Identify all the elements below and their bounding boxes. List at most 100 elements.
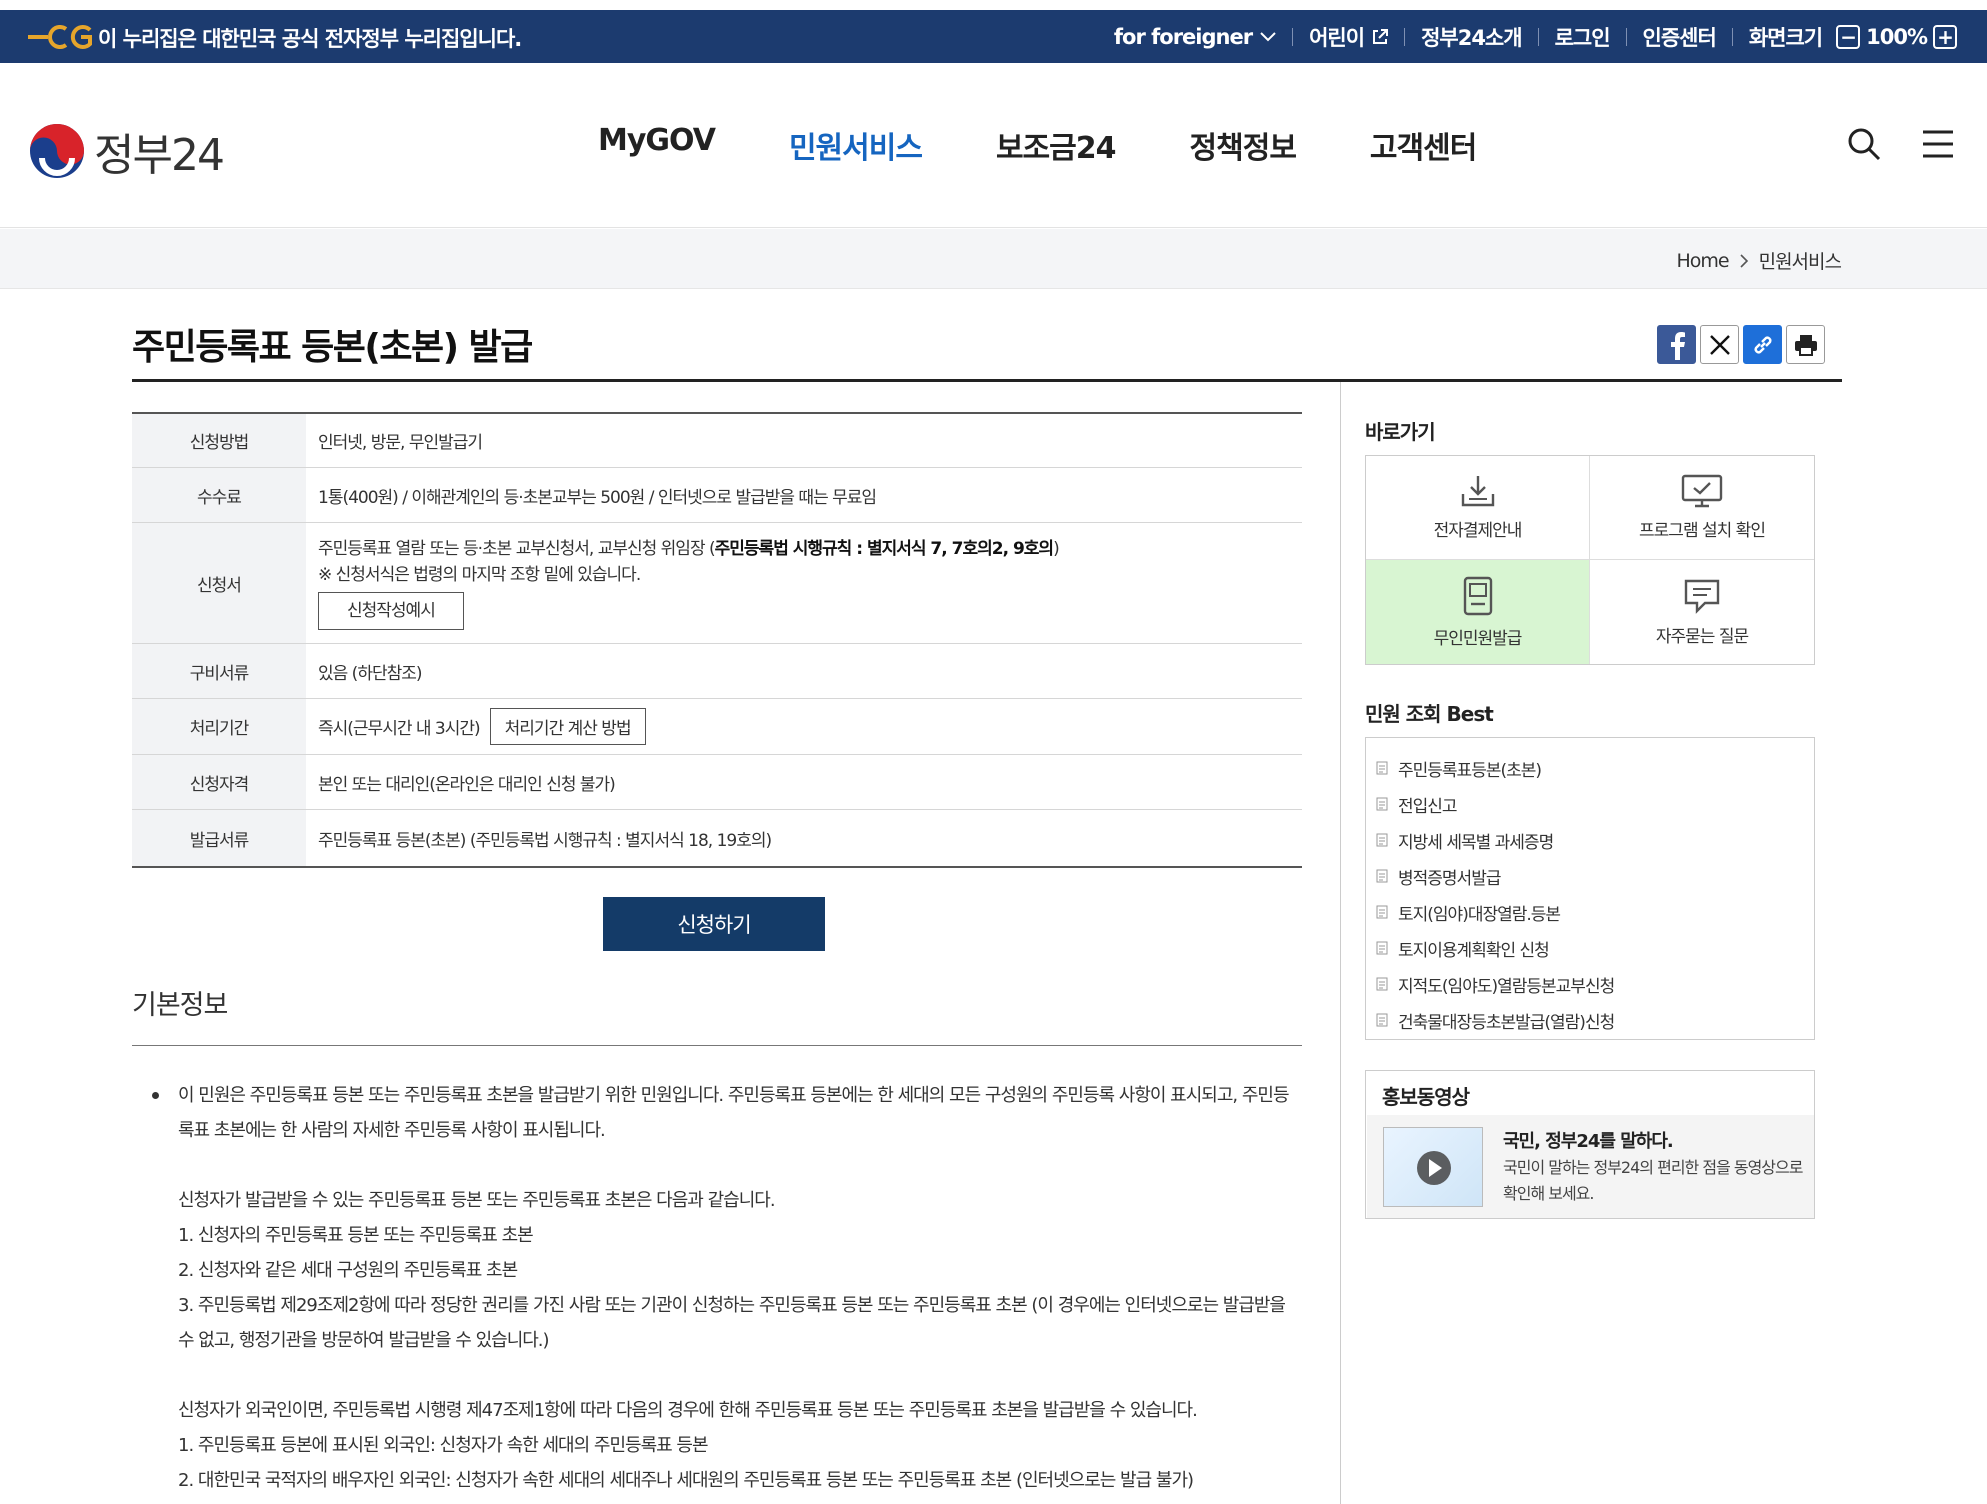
share-buttons xyxy=(1657,325,1825,364)
kids-link[interactable]: 어린이 xyxy=(1309,22,1389,52)
promo-title: 국민, 정부24를 말하다. xyxy=(1503,1131,1674,1152)
video-thumbnail[interactable] xyxy=(1383,1127,1483,1207)
paragraph: 신청자가 외국인이면, 주민등록법 시행령 제47조제1항에 따라 다음의 경우… xyxy=(178,1400,1198,1421)
home-logo[interactable]: 정부24 xyxy=(28,119,225,183)
login-link[interactable]: 로그인 xyxy=(1555,22,1611,52)
row-value: 주민등록표 열람 또는 등·초본 교부신청서, 교부신청 위임장 (주민등록법 … xyxy=(306,523,1302,643)
best-services-list: 주민등록표등본(초본) 전입신고 지방세 세목별 과세증명 병적증명서발급 토지… xyxy=(1365,737,1815,1040)
list-item[interactable]: 토지이용계획확인 신청 xyxy=(1376,930,1814,966)
brand-name: 정부24 xyxy=(94,130,225,181)
list-item: 2. 신청자와 같은 세대 구성원의 주민등록표 초본 xyxy=(178,1260,518,1281)
apply-button[interactable]: 신청하기 xyxy=(603,897,825,951)
row-label: 신청자격 xyxy=(132,755,306,809)
play-icon xyxy=(1417,1151,1451,1185)
cert-center-link[interactable]: 인증센터 xyxy=(1643,22,1717,52)
table-row: 신청자격 본인 또는 대리인(온라인은 대리인 신청 불가) xyxy=(132,755,1302,810)
list-item: 1. 신청자의 주민등록표 등본 또는 주민등록표 초본 xyxy=(178,1225,534,1246)
promo-video-item[interactable]: 국민, 정부24를 말하다. 국민이 말하는 정부24의 편리한 점을 동영상으… xyxy=(1367,1115,1814,1218)
facebook-share-button[interactable] xyxy=(1657,325,1696,364)
table-row: 처리기간 즉시(근무시간 내 3시간) 처리기간 계산 방법 xyxy=(132,699,1302,755)
zoom-in-button[interactable]: + xyxy=(1933,25,1957,49)
nav-mygov[interactable]: MyGOV xyxy=(598,123,716,167)
list-item[interactable]: 주민등록표등본(초본) xyxy=(1376,750,1814,786)
hamburger-menu-icon[interactable] xyxy=(1921,127,1955,161)
table-row: 신청방법 인터넷, 방문, 무인발급기 xyxy=(132,414,1302,468)
egov-logo-icon xyxy=(28,25,92,49)
zoom-out-button[interactable]: − xyxy=(1836,25,1861,49)
form-example-button[interactable]: 신청작성예시 xyxy=(318,592,464,630)
row-label: 신청방법 xyxy=(132,414,306,467)
table-row: 발급서류 주민등록표 등본(초본) (주민등록법 시행규칙 : 별지서식 18,… xyxy=(132,810,1302,866)
chat-icon xyxy=(1684,579,1720,614)
list-item[interactable]: 건축물대장등초본발급(열람)신청 xyxy=(1376,1002,1814,1038)
list-item: 1. 주민등록표 등본에 표시된 외국인: 신청자가 속한 세대의 주민등록표 … xyxy=(178,1435,709,1456)
util-links: for foreigner 어린이 정부24소개 로그인 인증센터 화면크기 −… xyxy=(1114,22,1957,52)
table-row: 구비서류 있음 (하단참조) xyxy=(132,644,1302,699)
document-icon xyxy=(1376,1013,1388,1027)
table-row: 수수료 1통(400원) / 이해관계인의 등·초본교부는 500원 / 인터넷… xyxy=(132,468,1302,523)
monitor-icon xyxy=(1681,474,1723,508)
x-share-button[interactable] xyxy=(1700,325,1739,364)
external-link-icon xyxy=(1373,29,1389,44)
site-header: 정부24 MyGOV 민원서비스 보조금24 정책정보 고객센터 xyxy=(0,63,1987,228)
quick-e-payment[interactable]: 전자결제안내 xyxy=(1366,456,1590,560)
basic-info-content: 이 민원은 주민등록표 등본 또는 주민등록표 초본을 발급받기 위한 민원입니… xyxy=(150,1078,1290,1498)
official-notice: 이 누리집은 대한민국 공식 전자정부 누리집입니다. xyxy=(98,27,522,51)
row-label: 신청서 xyxy=(132,523,306,643)
document-icon xyxy=(1376,797,1388,811)
promo-description: 국민이 말하는 정부24의 편리한 점을 동영상으로 확인해 보세요. xyxy=(1503,1158,1803,1203)
foreigner-link[interactable]: for foreigner xyxy=(1114,25,1276,49)
breadcrumb-home[interactable]: Home xyxy=(1676,250,1729,272)
document-icon xyxy=(1376,761,1388,775)
processing-time-calc-button[interactable]: 처리기간 계산 방법 xyxy=(489,708,646,745)
link-icon xyxy=(1754,336,1771,353)
row-value: 1통(400원) / 이해관계인의 등·초본교부는 500원 / 인터넷으로 발… xyxy=(318,487,877,508)
x-logo-icon xyxy=(1709,334,1730,355)
promo-heading: 홍보동영상 xyxy=(1382,1085,1470,1109)
facebook-icon xyxy=(1670,331,1685,360)
quick-faq[interactable]: 자주묻는 질문 xyxy=(1590,560,1814,664)
list-item[interactable]: 지적도(임야도)열람등본교부신청 xyxy=(1376,966,1814,1002)
quick-links: 전자결제안내 프로그램 설치 확인 무인민원발급 자주묻는 질문 xyxy=(1365,455,1815,665)
list-item[interactable]: 전입신고 xyxy=(1376,786,1814,822)
document-icon xyxy=(1376,869,1388,883)
list-item: 2. 대한민국 국적자의 배우자인 외국인: 신청자가 속한 세대의 세대주나 … xyxy=(178,1470,1194,1491)
row-value: 본인 또는 대리인(온라인은 대리인 신청 불가) xyxy=(318,774,616,795)
breadcrumb-current[interactable]: 민원서비스 xyxy=(1759,247,1842,274)
header-icons xyxy=(1847,127,1955,161)
row-label: 수수료 xyxy=(132,468,306,522)
print-button[interactable] xyxy=(1786,325,1825,364)
nav-subsidy24[interactable]: 보조금24 xyxy=(996,123,1117,167)
table-row: 신청서 주민등록표 열람 또는 등·초본 교부신청서, 교부신청 위임장 (주민… xyxy=(132,523,1302,644)
row-value: 즉시(근무시간 내 3시간) 처리기간 계산 방법 xyxy=(306,699,1302,754)
quick-program-check[interactable]: 프로그램 설치 확인 xyxy=(1590,456,1814,560)
service-info-table: 신청방법 인터넷, 방문, 무인발급기 수수료 1통(400원) / 이해관계인… xyxy=(132,412,1302,868)
about-link[interactable]: 정부24소개 xyxy=(1421,22,1523,52)
list-item[interactable]: 토지(임야)대장열람.등본 xyxy=(1376,894,1814,930)
document-icon xyxy=(1376,833,1388,847)
document-icon xyxy=(1376,977,1388,991)
list-item[interactable]: 지방세 세목별 과세증명 xyxy=(1376,822,1814,858)
chevron-right-icon xyxy=(1740,253,1748,268)
promo-video-box: 홍보동영상 국민, 정부24를 말하다. 국민이 말하는 정부24의 편리한 점… xyxy=(1365,1070,1815,1219)
download-icon xyxy=(1461,476,1494,507)
column-divider xyxy=(1340,382,1341,1504)
basic-info-divider xyxy=(132,1045,1302,1046)
breadcrumb: Home 민원서비스 xyxy=(1676,247,1842,274)
quick-links-heading: 바로가기 xyxy=(1365,420,1436,444)
breadcrumb-bar: Home 민원서비스 xyxy=(0,229,1987,289)
row-label: 발급서류 xyxy=(132,810,306,866)
zoom-level: 100% xyxy=(1866,25,1928,49)
list-item: 3. 주민등록법 제29조제2항에 따라 정당한 권리를 가진 사람 또는 기관… xyxy=(178,1295,1286,1351)
copy-link-button[interactable] xyxy=(1743,325,1782,364)
document-icon xyxy=(1376,905,1388,919)
nav-policy-info[interactable]: 정책정보 xyxy=(1190,123,1297,167)
nav-customer-center[interactable]: 고객센터 xyxy=(1370,123,1477,167)
list-item[interactable]: 병적증명서발급 xyxy=(1376,858,1814,894)
basic-info-heading: 기본정보 xyxy=(132,990,228,1021)
nav-civil-service[interactable]: 민원서비스 xyxy=(789,123,923,167)
search-icon[interactable] xyxy=(1847,127,1881,161)
row-value: 인터넷, 방문, 무인발급기 xyxy=(318,433,483,453)
quick-kiosk-issue[interactable]: 무인민원발급 xyxy=(1366,560,1590,664)
paragraph: 신청자가 발급받을 수 있는 주민등록표 등본 또는 주민등록표 초본은 다음과… xyxy=(178,1190,776,1211)
